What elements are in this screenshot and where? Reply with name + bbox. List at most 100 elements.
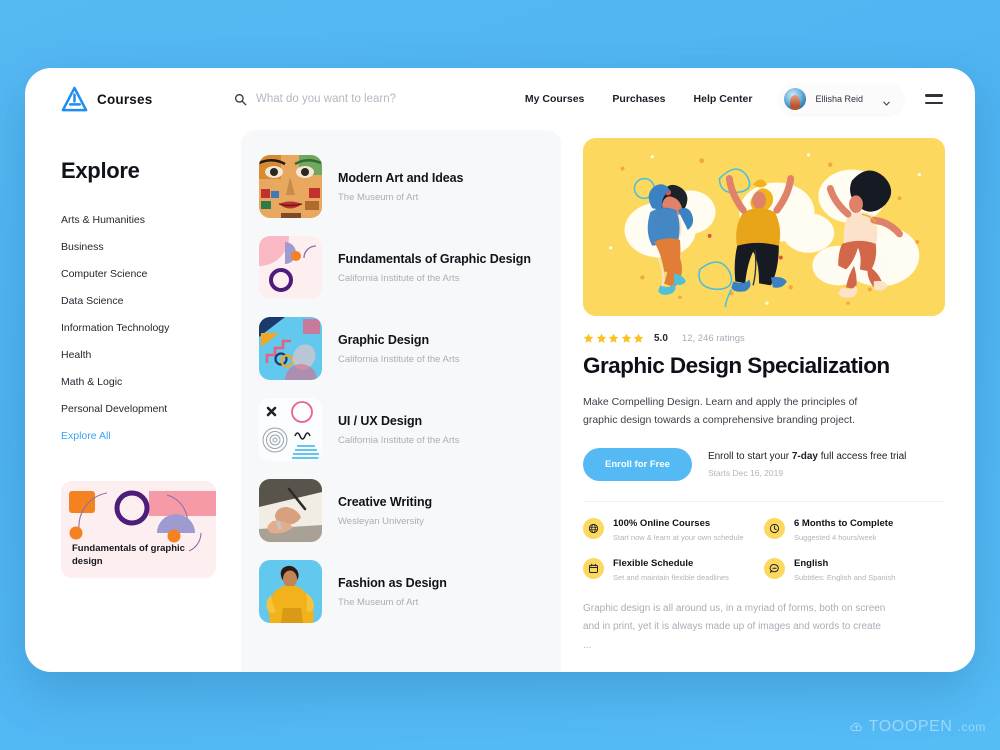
app-window: Courses My Courses Purchases Help Center… (25, 68, 975, 672)
jumping-people-illustration (583, 138, 945, 316)
divider (583, 500, 945, 502)
category-list: Arts & Humanities Business Computer Scie… (61, 206, 233, 449)
enroll-row: Enroll for Free Enroll to start your 7-d… (583, 447, 945, 481)
feature-text: Flexible Schedule Set and maintain flexi… (613, 558, 729, 582)
enroll-note: Enroll to start your 7-day full access f… (708, 451, 906, 462)
nav-link-my-courses[interactable]: My Courses (525, 93, 585, 105)
globe-icon (583, 517, 604, 539)
chat-bubble-icon (764, 557, 785, 579)
brand[interactable]: Courses (61, 86, 221, 113)
course-detail-panel: 5.0 12, 246 ratings Graphic Design Speci… (561, 130, 975, 672)
course-list-item[interactable]: Creative Writing Wesleyan University (259, 470, 543, 551)
page-title: Explore (61, 158, 140, 183)
chevron-down-icon (882, 95, 891, 106)
course-provider: California Institute of the Arts (338, 353, 460, 365)
feature-title: Flexible Schedule (613, 557, 694, 569)
watermark-suffix: .com (957, 720, 986, 734)
course-detail-title: Graphic Design Specialization (583, 353, 890, 378)
feature-text: 100% Online Courses Start now & learn at… (613, 518, 744, 542)
nav-link-help-center[interactable]: Help Center (694, 93, 753, 105)
course-thumbnail-yellow-fashion-photo (259, 560, 322, 623)
course-text: Fashion as Design The Museum of Art (338, 576, 447, 608)
course-text: UI / UX Design California Institute of t… (338, 414, 459, 446)
course-list-item[interactable]: Fashion as Design The Museum of Art (259, 551, 543, 632)
course-title: Graphic Design (338, 332, 429, 347)
user-menu[interactable]: Ellisha Reid (780, 84, 903, 114)
feature-text: English Subtitles: English and Spanish (794, 558, 895, 582)
search-box[interactable] (234, 93, 496, 106)
sidebar-item-computer-science[interactable]: Computer Science (61, 260, 233, 287)
course-title: Creative Writing (338, 494, 433, 509)
enroll-note-suffix: full access free trial (817, 450, 907, 462)
course-long-description: Graphic design is all around us, in a my… (583, 602, 886, 651)
course-text: Graphic Design California Institute of t… (338, 333, 459, 365)
course-detail-description: Make Compelling Design. Learn and apply … (583, 396, 858, 427)
course-title: UI / UX Design (338, 413, 423, 428)
triangle-a-logo-icon (61, 86, 88, 113)
course-title: Fundamentals of Graphic Design (338, 251, 531, 266)
sidebar-item-data-science[interactable]: Data Science (61, 287, 233, 314)
search-input[interactable] (256, 93, 496, 105)
star-icon (621, 333, 631, 343)
watermark: TOOOPEN .com (849, 718, 986, 736)
star-icon (633, 333, 644, 343)
course-text: Modern Art and Ideas The Museum of Art (338, 171, 463, 203)
feature-subtitle: Subtitles: English and Spanish (794, 572, 896, 582)
user-name: Ellisha Reid (815, 94, 863, 104)
feature-subtitle: Set and maintain flexible deadlines (613, 572, 729, 582)
feature-list: 100% Online Courses Start now & learn at… (583, 517, 945, 598)
course-title: Modern Art and Ideas (338, 170, 464, 185)
brand-name: Courses (97, 91, 153, 107)
course-provider: The Museum of Art (338, 596, 419, 608)
search-icon (234, 93, 247, 106)
star-icon (608, 333, 619, 343)
hero-banner (583, 138, 945, 316)
course-thumbnail-white-wireframe-shapes (259, 398, 322, 461)
feature-subtitle: Suggested 4 hours/week (794, 532, 877, 542)
sidebar-item-arts-humanities[interactable]: Arts & Humanities (61, 206, 233, 233)
course-thumbnail-pink-abstract-shapes (259, 236, 322, 299)
enroll-for-free-button[interactable]: Enroll for Free (583, 447, 692, 481)
course-provider: California Institute of the Arts (338, 434, 460, 446)
course-text: Fundamentals of Graphic Design Californi… (338, 252, 531, 284)
feature-text: 6 Months to Complete Suggested 4 hours/w… (794, 518, 893, 542)
sidebar: Explore Arts & Humanities Business Compu… (25, 130, 233, 672)
course-thumbnail-portrait-painting (259, 155, 322, 218)
course-list-item[interactable]: Modern Art and Ideas The Museum of Art (259, 146, 543, 227)
course-title: Fashion as Design (338, 575, 447, 590)
feature-title: 6 Months to Complete (794, 517, 894, 529)
course-provider: California Institute of the Arts (338, 272, 460, 284)
avatar (784, 88, 807, 110)
course-thumbnail-blue-memphis-pattern (259, 317, 322, 380)
sidebar-item-math-logic[interactable]: Math & Logic (61, 368, 233, 395)
course-list-item[interactable]: UI / UX Design California Institute of t… (259, 389, 543, 470)
hamburger-menu-icon[interactable] (925, 94, 943, 104)
nav-link-purchases[interactable]: Purchases (612, 93, 665, 105)
course-list-panel: Modern Art and Ideas The Museum of Art F… (241, 130, 561, 672)
watermark-text: TOOOPEN (868, 718, 953, 735)
course-list-item[interactable]: Graphic Design California Institute of t… (259, 308, 543, 389)
enroll-start-date: Starts Dec 16, 2019 (707, 467, 784, 478)
course-list-item[interactable]: Fundamentals of Graphic Design Californi… (259, 227, 543, 308)
feature-title: English (794, 557, 829, 569)
sidebar-item-business[interactable]: Business (61, 233, 233, 260)
enroll-note-prefix: Enroll to start your (707, 450, 792, 462)
feature-flexible-schedule: Flexible Schedule Set and maintain flexi… (583, 557, 764, 582)
sidebar-item-information-technology[interactable]: Information Technology (61, 314, 233, 341)
enroll-note-bold: 7-day (791, 450, 818, 462)
star-rating (583, 333, 644, 344)
primary-nav: My Courses Purchases Help Center Ellisha… (525, 84, 975, 114)
star-icon (583, 333, 594, 343)
rating-value: 5.0 (654, 333, 668, 344)
promo-label: Fundamentals of graphic design (72, 542, 185, 567)
cloud-icon (849, 720, 864, 735)
promo-card[interactable]: Fundamentals of graphic design (61, 481, 216, 578)
course-provider: Wesleyan University (338, 515, 424, 527)
star-icon (596, 333, 606, 343)
sidebar-item-health[interactable]: Health (61, 341, 233, 368)
hamburger-bar (925, 94, 943, 97)
rating-row: 5.0 12, 246 ratings (583, 333, 945, 344)
sidebar-item-personal-development[interactable]: Personal Development (61, 395, 233, 422)
sidebar-item-explore-all[interactable]: Explore All (61, 422, 233, 449)
content-area: Explore Arts & Humanities Business Compu… (25, 130, 975, 672)
